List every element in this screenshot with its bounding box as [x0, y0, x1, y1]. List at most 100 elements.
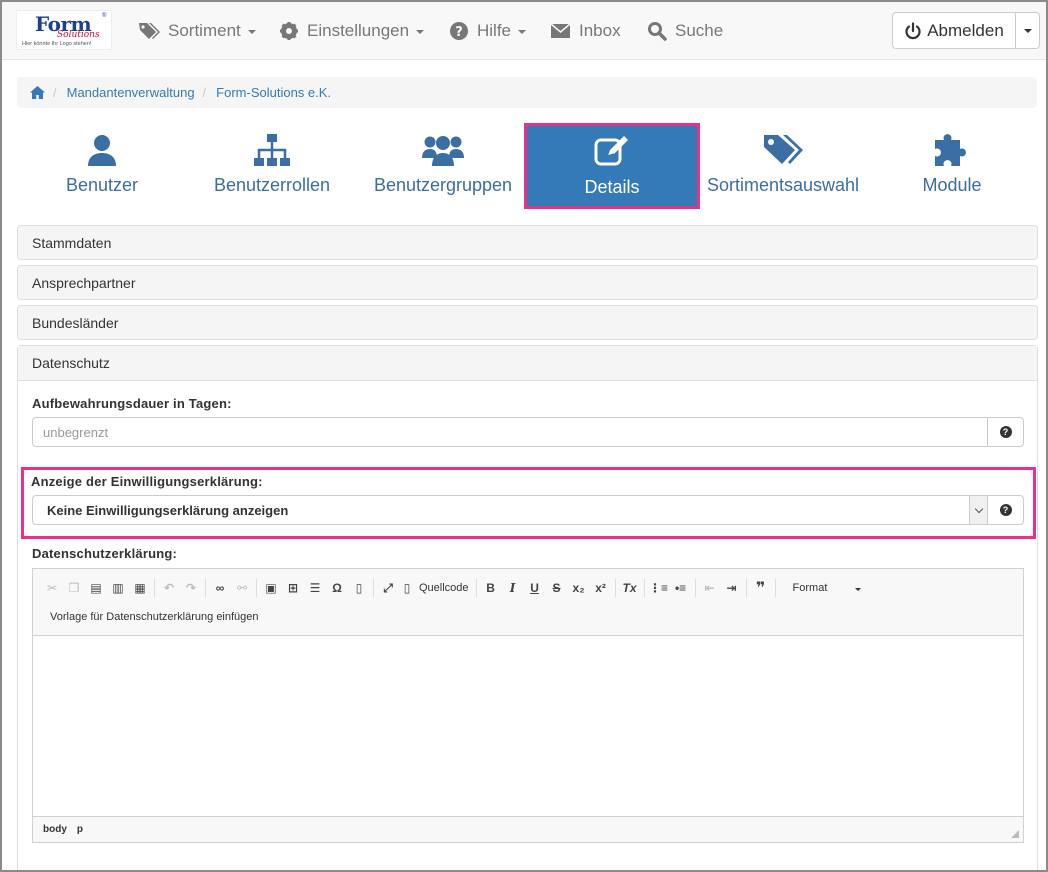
- chevron-down-icon: [969, 496, 987, 524]
- outdent-icon[interactable]: ⇤: [699, 577, 721, 599]
- panel-bundeslaender-title: Bundesländer: [32, 314, 119, 331]
- tab-benutzergruppen-label: Benutzergruppen: [373, 175, 513, 195]
- retention-help-button[interactable]: ?: [987, 417, 1024, 447]
- tab-benutzer[interactable]: Benutzer: [42, 124, 162, 208]
- panel-ansprechpartner[interactable]: Ansprechpartner: [17, 265, 1038, 300]
- source-button[interactable]: Quellcode: [415, 577, 473, 599]
- paste-text-icon[interactable]: ▥: [107, 577, 129, 599]
- resize-handle-icon[interactable]: [1011, 830, 1019, 838]
- logo-tagline: Hier könnte Ihr Logo stehen!: [22, 41, 92, 47]
- copy-icon[interactable]: ❐: [63, 577, 85, 599]
- consent-select[interactable]: Keine Einwilligungserklärung anzeigen: [32, 495, 988, 525]
- nav-einstellungen[interactable]: Einstellungen: [279, 19, 425, 43]
- chevron-down-icon: [1023, 28, 1032, 33]
- format-dropdown[interactable]: Format: [787, 577, 867, 599]
- insert-template-button[interactable]: Vorlage für Datenschutzerklärung einfüge…: [50, 611, 259, 623]
- logout-group: Abmelden: [892, 12, 1040, 49]
- tags-icon: [764, 135, 803, 164]
- logo-sub: Solutions: [57, 30, 100, 40]
- redo-icon[interactable]: ↷: [180, 577, 202, 599]
- superscript-icon[interactable]: x²: [590, 577, 612, 599]
- underline-icon[interactable]: U: [524, 577, 546, 599]
- tab-benutzerrollen-label: Benutzerrollen: [213, 175, 331, 195]
- breadcrumb-current[interactable]: Form-Solutions e.K.: [216, 85, 331, 100]
- tab-module[interactable]: Module: [902, 124, 1002, 208]
- chevron-down-icon: [416, 30, 425, 34]
- format-label: Format: [792, 582, 828, 594]
- table-icon[interactable]: ⊞: [282, 577, 304, 599]
- puzzle-icon: [935, 134, 966, 166]
- bullet-list-icon[interactable]: •≡: [670, 577, 692, 599]
- breadcrumb-mandantenverwaltung[interactable]: Mandantenverwaltung: [67, 85, 195, 100]
- breadcrumb-separator: /: [53, 85, 57, 100]
- consent-selected-value: Keine Einwilligungserklärung anzeigen: [47, 502, 289, 518]
- envelope-icon: [550, 23, 571, 38]
- tab-benutzergruppen[interactable]: Benutzergruppen: [372, 124, 514, 208]
- nav-sortiment[interactable]: Sortiment: [138, 19, 256, 43]
- retention-input[interactable]: unbegrenzt: [32, 417, 988, 447]
- logout-button[interactable]: Abmelden: [892, 12, 1016, 49]
- panel-stammdaten[interactable]: Stammdaten: [17, 225, 1038, 260]
- paste-word-icon[interactable]: ▦: [129, 577, 151, 599]
- logout-label: Abmelden: [927, 20, 1004, 40]
- tags-icon: [139, 23, 160, 39]
- path-p[interactable]: p: [77, 824, 83, 835]
- power-icon: [905, 21, 921, 39]
- panel-ansprechpartner-title: Ansprechpartner: [32, 274, 136, 291]
- indent-icon[interactable]: ⇥: [721, 577, 743, 599]
- numbered-list-icon[interactable]: ⋮≡: [648, 577, 670, 599]
- logo[interactable]: Form ® Solutions Hier könnte Ihr Logo st…: [16, 10, 112, 50]
- tab-module-label: Module: [922, 175, 982, 195]
- cut-icon[interactable]: ✂: [41, 577, 63, 599]
- undo-icon[interactable]: ↶: [158, 577, 180, 599]
- tab-details[interactable]: Details: [524, 123, 700, 209]
- panel-datenschutz-header[interactable]: Datenschutz: [18, 346, 1037, 381]
- tab-sortimentsauswahl[interactable]: Sortimentsauswahl: [707, 124, 859, 208]
- retention-label: Aufbewahrungsdauer in Tagen:: [32, 396, 232, 411]
- user-icon: [88, 135, 116, 166]
- tab-sortimentsauswahl-label: Sortimentsauswahl: [706, 175, 860, 195]
- bold-icon[interactable]: B: [480, 577, 502, 599]
- nav-inbox-label: Inbox: [579, 21, 621, 40]
- path-body[interactable]: body: [43, 824, 67, 835]
- consent-label: Anzeige der Einwilligungserklärung:: [31, 474, 263, 489]
- image-icon[interactable]: ▣: [260, 577, 282, 599]
- tab-benutzerrollen[interactable]: Benutzerrollen: [207, 124, 337, 208]
- breadcrumb: / Mandantenverwaltung / Form-Solutions e…: [17, 77, 1037, 108]
- blockquote-icon[interactable]: ❞: [750, 577, 772, 599]
- maximize-icon[interactable]: ⤢: [377, 577, 399, 599]
- question-circle-icon: ?: [450, 22, 468, 40]
- search-icon: [648, 22, 667, 41]
- tab-details-label: Details: [584, 177, 640, 197]
- editor-statusbar: body p: [33, 816, 1023, 842]
- nav-hilfe[interactable]: ? Hilfe: [449, 19, 527, 43]
- nav-suche-label: Suche: [675, 21, 724, 40]
- italic-icon[interactable]: I: [502, 577, 524, 599]
- nav-inbox[interactable]: Inbox: [550, 19, 621, 43]
- link-icon[interactable]: ∞: [209, 577, 231, 599]
- panel-datenschutz-title: Datenschutz: [32, 355, 110, 371]
- logout-dropdown-toggle[interactable]: [1016, 12, 1040, 49]
- nav-suche[interactable]: Suche: [647, 19, 723, 43]
- special-char-icon[interactable]: Ω: [326, 577, 348, 599]
- logo-registered: ®: [102, 13, 107, 19]
- chevron-down-icon: [247, 30, 256, 34]
- svg-text:?: ?: [455, 25, 463, 40]
- subscript-icon[interactable]: x₂: [568, 577, 590, 599]
- panel-bundeslaender[interactable]: Bundesländer: [17, 305, 1038, 340]
- unlink-icon[interactable]: ⚯: [231, 577, 253, 599]
- strikethrough-icon[interactable]: S: [546, 577, 568, 599]
- app-frame: Form ® Solutions Hier könnte Ihr Logo st…: [0, 0, 1048, 872]
- paste-icon[interactable]: ▤: [85, 577, 107, 599]
- editor-content-area[interactable]: [33, 636, 1023, 816]
- consent-help-button[interactable]: ?: [987, 495, 1024, 525]
- home-icon[interactable]: [30, 86, 45, 99]
- tab-benutzer-label: Benutzer: [65, 175, 139, 195]
- nav-hilfe-label: Hilfe: [477, 21, 512, 40]
- question-circle-icon: ?: [999, 426, 1012, 438]
- book-icon[interactable]: ▯: [348, 577, 370, 599]
- horizontal-rule-icon[interactable]: ☰: [304, 577, 326, 599]
- editor-toolbar: ✂ ❐ ▤ ▥ ▦ ↶ ↷ ∞ ⚯ ▣ ⊞ ☰ Ω ▯ ⤢ ▯ Quellcod…: [33, 569, 1023, 636]
- remove-format-icon[interactable]: Tx: [619, 577, 641, 599]
- top-navbar: Form ® Solutions Hier könnte Ihr Logo st…: [2, 2, 1046, 60]
